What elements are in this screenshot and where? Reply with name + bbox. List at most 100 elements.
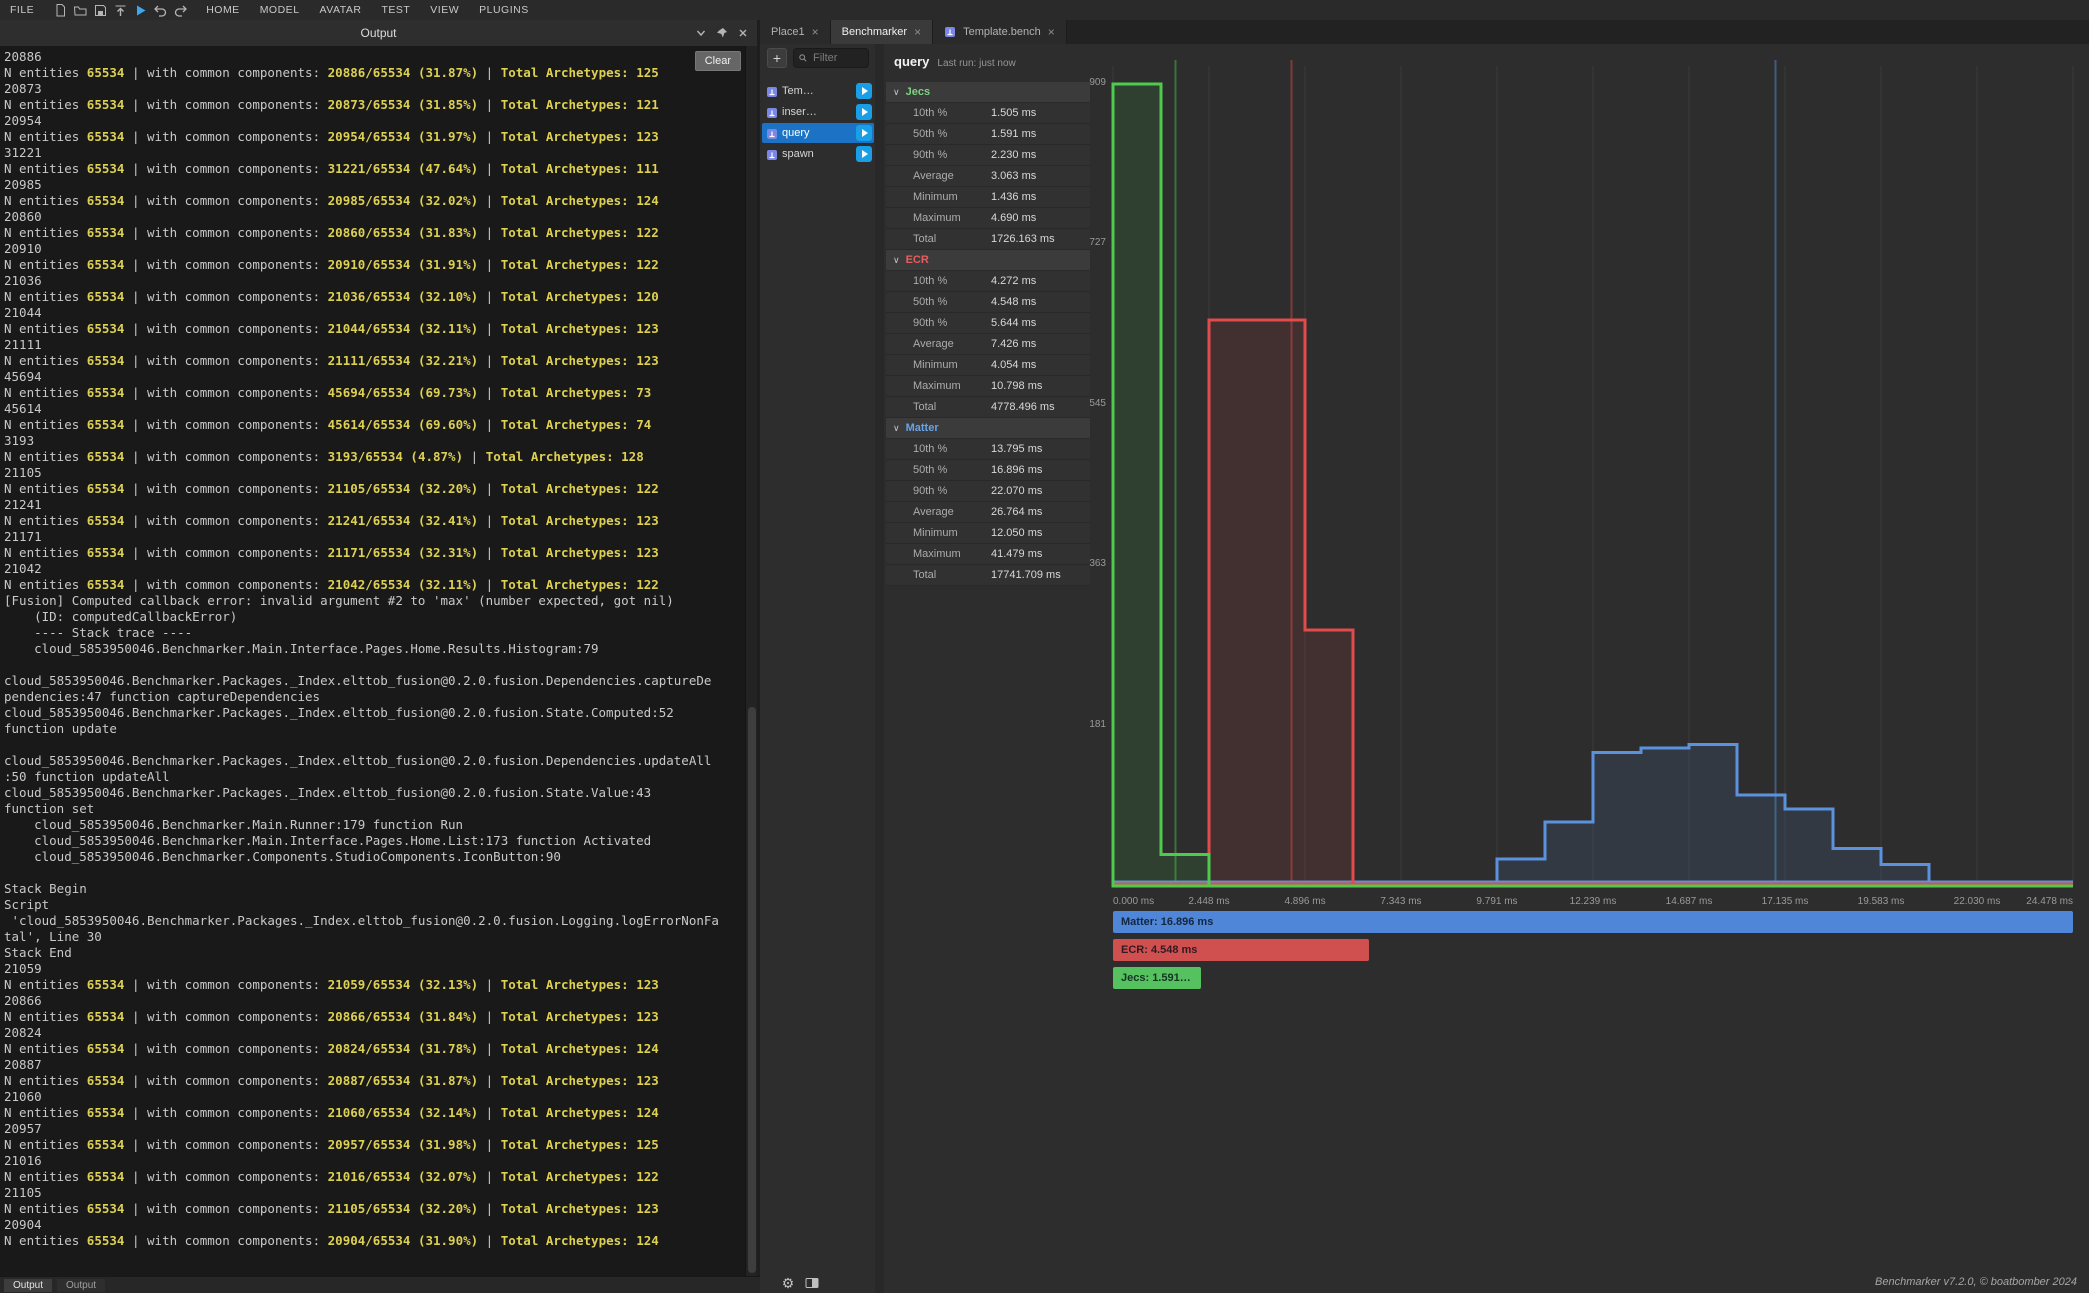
stats-sections: ∨Jecs10th %1.505 ms50th %1.591 ms90th %2… <box>886 82 1090 586</box>
log-text: N entities <box>4 353 87 368</box>
document-tab-benchmarker[interactable]: Benchmarker× <box>831 20 933 44</box>
log-highlight: 21036/65534 (32.10%) <box>328 289 479 304</box>
log-highlight: 65534 <box>87 65 125 80</box>
redo-icon[interactable] <box>170 2 190 18</box>
add-benchmark-button[interactable]: + <box>767 48 787 68</box>
dock-tab-output[interactable]: Output <box>57 1279 105 1292</box>
log-line: cloud_5853950046.Benchmarker.Packages._I… <box>4 673 753 689</box>
y-tick-label: 727 <box>1066 237 1106 248</box>
benchmark-item[interactable]: inser… <box>762 102 874 122</box>
log-text: tal', Line 30 <box>4 929 102 944</box>
log-text: | <box>478 1073 501 1088</box>
run-benchmark-button[interactable] <box>856 125 872 141</box>
close-icon[interactable] <box>734 24 752 42</box>
stat-row: 10th %13.795 ms <box>886 439 1090 460</box>
x-tick-label: 17.135 ms <box>1762 896 1809 907</box>
log-highlight: 65534 <box>87 161 125 176</box>
menu-avatar[interactable]: AVATAR <box>310 0 372 20</box>
chevron-down-icon: ∨ <box>893 424 900 433</box>
log-line: 21016 <box>4 1153 753 1169</box>
stats-section-header-jecs[interactable]: ∨Jecs <box>886 82 1090 103</box>
pin-icon[interactable] <box>713 24 731 42</box>
menu-test[interactable]: TEST <box>371 0 420 20</box>
run-benchmark-button[interactable] <box>856 83 872 99</box>
log-highlight: 21042/65534 (32.11%) <box>328 577 479 592</box>
stats-section-header-ecr[interactable]: ∨ECR <box>886 250 1090 271</box>
filter-box[interactable] <box>793 48 869 68</box>
log-text: 21060 <box>4 1089 42 1104</box>
document-tab-place1[interactable]: Place1× <box>760 20 831 44</box>
log-highlight: 21105/65534 (32.20%) <box>328 1201 479 1216</box>
log-line: 20873 <box>4 81 753 97</box>
last-run-label: Last run: just now <box>937 58 1015 69</box>
menu-view[interactable]: VIEW <box>420 0 469 20</box>
log-line: 21105 <box>4 465 753 481</box>
log-highlight: Total Archetypes: 125 <box>501 1137 659 1152</box>
log-highlight: Total Archetypes: 123 <box>501 129 659 144</box>
scrollbar-thumb[interactable] <box>748 707 756 1273</box>
settings-gear-button[interactable]: ⚙ <box>779 1274 797 1292</box>
log-text: Script <box>4 897 49 912</box>
output-scrollbar[interactable] <box>745 46 757 1276</box>
stats-section-header-matter[interactable]: ∨Matter <box>886 418 1090 439</box>
chevron-down-icon[interactable] <box>692 24 710 42</box>
menu-home[interactable]: HOME <box>196 0 250 20</box>
log-line: N entities 65534 | with common component… <box>4 977 753 993</box>
close-icon[interactable]: × <box>1048 27 1055 37</box>
log-text: | with common components: <box>124 449 327 464</box>
log-highlight: Total Archetypes: 124 <box>501 1105 659 1120</box>
close-icon[interactable]: × <box>812 27 819 37</box>
open-icon[interactable] <box>70 2 90 18</box>
document-tab-template-bench[interactable]: Template.bench× <box>933 20 1067 44</box>
stat-label: 90th % <box>913 149 947 161</box>
save-icon[interactable] <box>90 2 110 18</box>
theme-toggle-button[interactable] <box>803 1274 821 1292</box>
stat-label: Minimum <box>913 191 958 203</box>
stat-value: 2.230 ms <box>991 149 1036 161</box>
log-text: 20887 <box>4 1057 42 1072</box>
benchmark-label: query <box>782 127 852 139</box>
log-text: 3193 <box>4 433 34 448</box>
legend-bar-matter: Matter: 16.896 ms <box>1113 911 2073 933</box>
log-text: N entities <box>4 1009 87 1024</box>
benchmark-icon <box>766 85 778 97</box>
new-file-icon[interactable] <box>50 2 70 18</box>
play-icon[interactable] <box>130 2 150 18</box>
log-text: | with common components: <box>124 1137 327 1152</box>
log-text: | <box>478 417 501 432</box>
log-highlight: 20985/65534 (32.02%) <box>328 193 479 208</box>
benchmark-icon <box>766 148 778 160</box>
benchmark-item[interactable]: query <box>762 123 874 143</box>
log-line: pendencies:47 function captureDependenci… <box>4 689 753 705</box>
stat-label: Maximum <box>913 380 961 392</box>
filter-input[interactable] <box>811 51 863 65</box>
benchmark-item[interactable]: Tem… <box>762 81 874 101</box>
log-line: 45614 <box>4 401 753 417</box>
log-line: tal', Line 30 <box>4 929 753 945</box>
log-highlight: 20873/65534 (31.85%) <box>328 97 479 112</box>
clear-output-button[interactable]: Clear <box>695 51 741 71</box>
stat-label: Maximum <box>913 548 961 560</box>
log-highlight: 20910/65534 (31.91%) <box>328 257 479 272</box>
play-icon <box>862 150 868 158</box>
undo-icon[interactable] <box>150 2 170 18</box>
log-text: cloud_5853950046.Benchmarker.Packages._I… <box>4 753 711 768</box>
menu-plugins[interactable]: PLUGINS <box>469 0 539 20</box>
benchmark-item[interactable]: spawn <box>762 144 874 164</box>
histogram-chart <box>1113 60 2075 890</box>
dock-tab-output[interactable]: Output <box>4 1279 52 1292</box>
publish-icon[interactable] <box>110 2 130 18</box>
log-highlight: Total Archetypes: 124 <box>501 193 659 208</box>
menu-model[interactable]: MODEL <box>250 0 310 20</box>
plugin-credit: Benchmarker v7.2.0, © boatbomber 2024 <box>1875 1276 2077 1288</box>
close-icon[interactable]: × <box>914 27 921 37</box>
log-highlight: 65534 <box>87 225 125 240</box>
menu-file[interactable]: FILE <box>0 0 44 20</box>
run-benchmark-button[interactable] <box>856 146 872 162</box>
bench-file-icon <box>944 26 956 38</box>
log-highlight: 20824/65534 (31.78%) <box>328 1041 479 1056</box>
log-highlight: Total Archetypes: 123 <box>501 353 659 368</box>
stat-row: Minimum12.050 ms <box>886 523 1090 544</box>
run-benchmark-button[interactable] <box>856 104 872 120</box>
log-highlight: 65534 <box>87 353 125 368</box>
